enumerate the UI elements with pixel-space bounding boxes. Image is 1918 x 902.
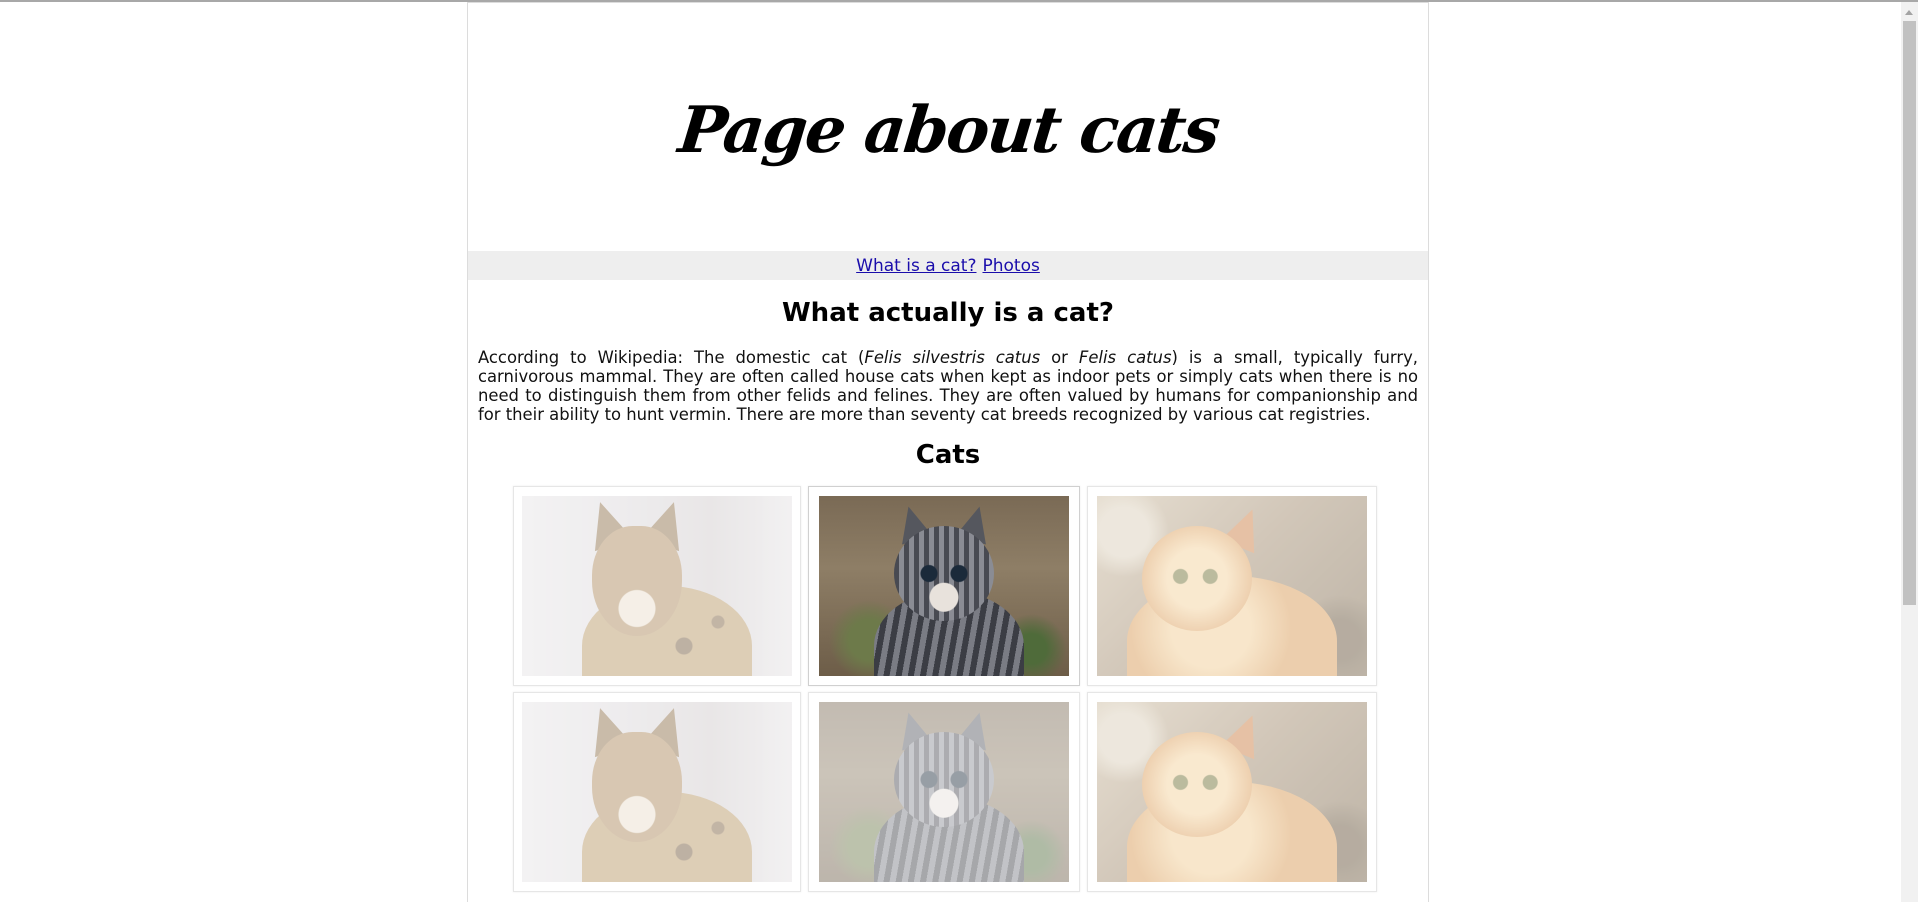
latin-name-2: Felis catus: [1078, 348, 1172, 367]
site-header: Page about cats: [468, 3, 1428, 251]
site-title: Page about cats: [674, 92, 1222, 168]
cat-photo-orange: [1097, 496, 1367, 676]
gallery-card[interactable]: [808, 692, 1080, 892]
about-heading: What actually is a cat?: [782, 298, 1114, 328]
gallery-card[interactable]: [1087, 486, 1377, 686]
nav-link-what-is-a-cat[interactable]: What is a cat?: [856, 256, 976, 276]
cat-photo-kitten: [819, 496, 1069, 676]
nav-bar: What is a cat? Photos: [468, 251, 1428, 280]
page-container: Page about cats What is a cat? Photos Wh…: [467, 2, 1429, 902]
gallery-heading: Cats: [915, 440, 981, 470]
photo-gallery: [513, 486, 1383, 892]
gallery-card[interactable]: [513, 692, 801, 892]
nav-link-photos[interactable]: Photos: [982, 256, 1039, 276]
cat-photo-savannah: [522, 496, 792, 676]
cat-photo-orange: [1097, 702, 1367, 882]
about-text-or: or: [1040, 348, 1079, 367]
gallery-card[interactable]: [808, 486, 1080, 686]
latin-name-1: Felis silvestris catus: [864, 348, 1041, 367]
about-paragraph: According to Wikipedia: The domestic cat…: [478, 348, 1418, 424]
gallery-card[interactable]: [1087, 692, 1377, 892]
about-text-before: According to Wikipedia: The domestic cat…: [478, 348, 865, 367]
scrollbar-thumb[interactable]: [1903, 21, 1916, 605]
gallery-card[interactable]: [513, 486, 801, 686]
cat-photo-kitten: [819, 702, 1069, 882]
cat-photo-savannah: [522, 702, 792, 882]
main-content: What actually is a cat? According to Wik…: [468, 298, 1428, 892]
scroll-up-arrow-icon[interactable]: [1905, 10, 1913, 15]
vertical-scrollbar[interactable]: [1901, 2, 1918, 902]
